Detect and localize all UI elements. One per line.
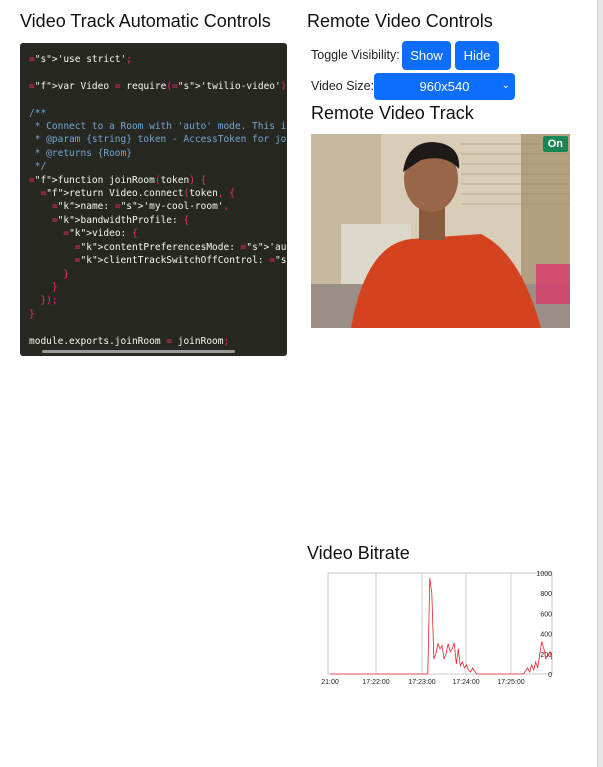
code-scrollbar[interactable]	[42, 350, 235, 353]
y-tick-label: 1000	[536, 571, 552, 578]
code-line: * @returns {Room}	[29, 147, 132, 159]
code-line: * @param {string} token - AccessToken fo…	[29, 134, 287, 146]
chart-plot-area	[327, 572, 553, 675]
code-line: ="f">var Video = require(="s">'twilio-vi…	[29, 80, 287, 92]
code-line: ="k">clientTrackSwitchOffControl: ="s">'…	[74, 255, 287, 267]
code-line: }	[51, 281, 58, 293]
y-tick-label: 800	[540, 591, 552, 598]
code-line: ="s">'use strict';	[29, 54, 132, 65]
chevron-down-icon: ⌄	[501, 80, 510, 91]
video-size-select[interactable]: 960x540 ⌄	[374, 73, 515, 100]
hide-button[interactable]: Hide	[455, 41, 499, 70]
bitrate-chart: 21:00 17:22:00 17:23:00 17:24:00 17:25:00 100…	[321, 571, 553, 686]
x-tick-label: 17:25:00	[497, 679, 524, 686]
code-line: /**	[29, 107, 47, 119]
code-line: ="k">bandwidthProfile: {	[51, 214, 190, 226]
page-title: Video Track Automatic Controls	[20, 11, 271, 31]
code-line: }	[63, 268, 70, 280]
x-tick-label: 21:00	[321, 679, 339, 686]
x-tick-label: 17:23:00	[408, 679, 435, 686]
code-line: * Connect to a Room with 'auto' mode. Th…	[29, 121, 287, 133]
code-line: module.exports.joinRoom = joinRoom;	[29, 335, 230, 347]
toggle-visibility-label: Toggle Visibility:	[311, 48, 400, 62]
video-frame-image	[311, 134, 570, 328]
code-line: ="k">video: {	[63, 228, 138, 240]
y-tick-label: 0	[548, 672, 552, 679]
y-tick-label: 600	[540, 611, 552, 618]
remote-controls-title: Remote Video Controls	[307, 11, 493, 31]
x-tick-label: 17:22:00	[362, 679, 389, 686]
code-line: ="k">contentPreferencesMode: ="s">'auto'…	[74, 241, 287, 253]
status-badge: On	[542, 136, 568, 152]
window-scrollbar[interactable]	[597, 0, 603, 767]
remote-video[interactable]: On	[311, 134, 570, 328]
video-bitrate-title: Video Bitrate	[307, 543, 410, 563]
remote-video-track-title: Remote Video Track	[311, 103, 474, 123]
code-line: ="f">return Video.connect(token, {	[40, 188, 236, 200]
video-size-label: Video Size:	[311, 79, 375, 93]
code-line: ="k">name: ="s">'my-cool-room',	[51, 201, 230, 213]
code-line: ="f">function joinRoom(token) {	[29, 174, 207, 186]
y-tick-label: 400	[540, 632, 552, 639]
code-block: ="s">'use strict'; ="f">var Video = requ…	[20, 43, 287, 356]
code-line: */	[29, 161, 47, 173]
x-tick-label: 17:24:00	[452, 679, 479, 686]
show-button[interactable]: Show	[402, 41, 451, 70]
code-line: });	[40, 295, 58, 307]
video-size-value: 960x540	[419, 79, 470, 94]
code-text: ="s">'use strict'; ="f">var Video = requ…	[20, 43, 287, 348]
code-line: }	[29, 308, 35, 320]
